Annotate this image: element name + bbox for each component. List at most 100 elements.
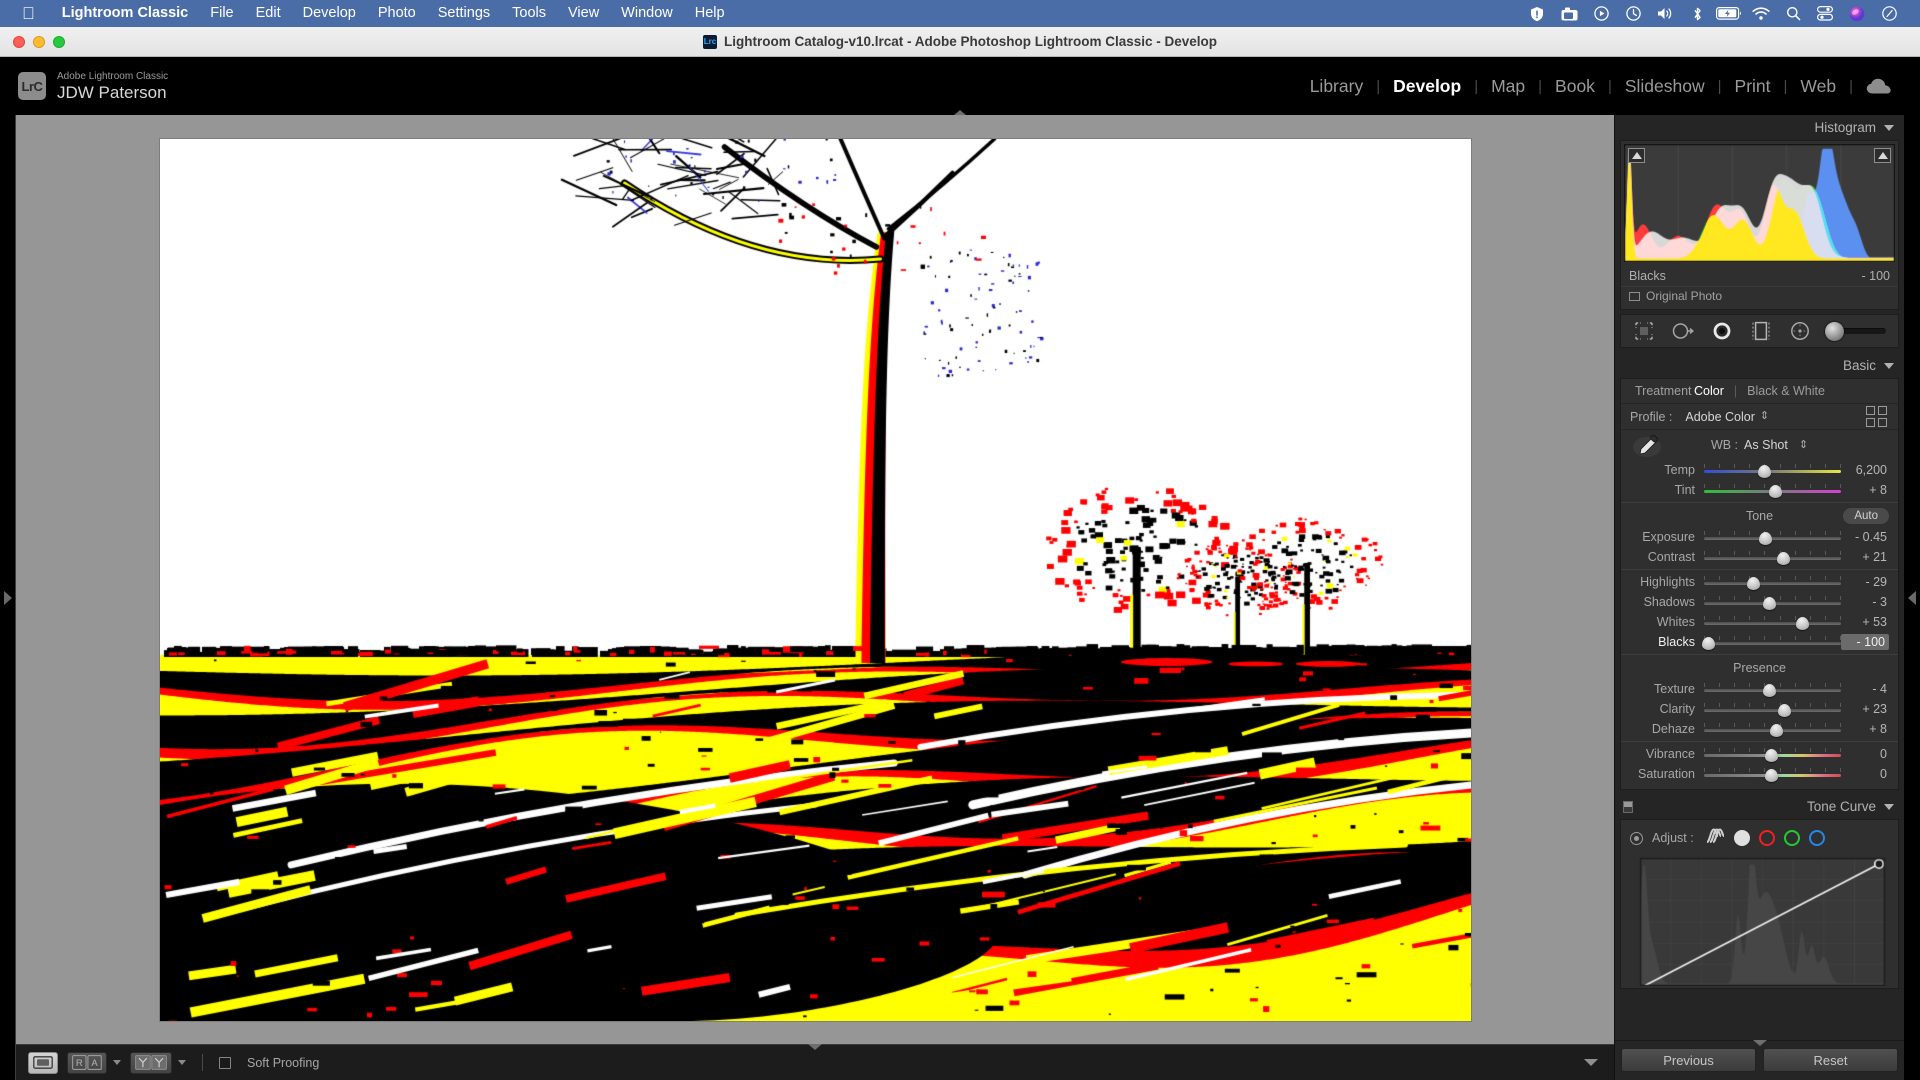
wifi-icon[interactable]: [1746, 0, 1776, 27]
screenshot-icon[interactable]: [1554, 0, 1584, 27]
highlight-clipping-toggle[interactable]: [1874, 148, 1891, 163]
crop-overlay-icon[interactable]: [1633, 320, 1655, 342]
slider-track-exposure[interactable]: [1704, 530, 1841, 545]
slider-row-highlights[interactable]: Highlights - 29: [1621, 572, 1898, 592]
slider-track-saturation[interactable]: [1704, 767, 1841, 782]
slider-handle-highlights[interactable]: [1746, 577, 1760, 590]
slider-handle-exposure[interactable]: [1759, 532, 1773, 545]
slider-handle-blacks[interactable]: [1701, 637, 1715, 650]
slider-value-dehaze[interactable]: + 8: [1841, 722, 1889, 736]
menu-tools[interactable]: Tools: [501, 0, 557, 27]
slider-value-clarity[interactable]: + 23: [1841, 702, 1889, 716]
slider-handle-vibrance[interactable]: [1764, 749, 1778, 762]
slider-handle-temp[interactable]: [1757, 465, 1771, 478]
slider-value-vibrance[interactable]: 0: [1841, 747, 1889, 761]
collapse-right-footer-nub[interactable]: [1752, 1040, 1767, 1046]
loupe-view-button[interactable]: [28, 1051, 58, 1074]
cloud-sync-icon[interactable]: [1853, 78, 1906, 95]
brush-slider-handle[interactable]: [1825, 322, 1844, 341]
slider-track-contrast[interactable]: [1704, 550, 1841, 565]
profile-updown-icon[interactable]: ⇕: [1760, 411, 1769, 422]
slider-handle-dehaze[interactable]: [1770, 724, 1784, 737]
slider-track-highlights[interactable]: [1704, 575, 1841, 590]
slider-handle-texture[interactable]: [1763, 684, 1777, 697]
module-book[interactable]: Book: [1542, 76, 1608, 97]
profile-browser-grid-icon[interactable]: [1866, 406, 1887, 427]
slider-handle-tint[interactable]: [1768, 485, 1782, 498]
compare-options-caret[interactable]: [178, 1060, 186, 1065]
slider-value-highlights[interactable]: - 29: [1841, 575, 1889, 589]
radial-filter-icon[interactable]: [1789, 320, 1811, 342]
right-panel-edge[interactable]: [1904, 115, 1920, 1080]
point-curve-white-icon[interactable]: [1733, 830, 1750, 846]
slider-value-whites[interactable]: + 53: [1841, 615, 1889, 629]
slider-track-clarity[interactable]: [1704, 702, 1841, 717]
slider-value-shadows[interactable]: - 3: [1841, 595, 1889, 609]
left-panel-collapsed[interactable]: [0, 115, 16, 1080]
module-map[interactable]: Map: [1478, 76, 1538, 97]
reset-button[interactable]: Reset: [1763, 1048, 1898, 1072]
compare-view-button[interactable]: [130, 1051, 172, 1074]
battery-charging-icon[interactable]: [1714, 0, 1744, 27]
treatment-bw-option[interactable]: Black & White: [1737, 384, 1835, 398]
spot-removal-icon[interactable]: [1672, 320, 1694, 342]
menu-help[interactable]: Help: [684, 0, 736, 27]
slider-row-saturation[interactable]: Saturation 0: [1621, 764, 1898, 784]
slider-row-contrast[interactable]: Contrast + 21: [1621, 547, 1898, 567]
module-library[interactable]: Library: [1297, 76, 1377, 97]
slider-value-saturation[interactable]: 0: [1841, 767, 1889, 781]
control-center-icon[interactable]: [1810, 0, 1840, 27]
chevron-down-icon[interactable]: [1884, 124, 1894, 131]
soft-proofing-checkbox[interactable]: [219, 1056, 231, 1069]
slider-track-shadows[interactable]: [1704, 595, 1841, 610]
bluetooth-icon[interactable]: [1682, 0, 1712, 27]
slider-row-texture[interactable]: Texture - 4: [1621, 679, 1898, 699]
auto-tone-button[interactable]: Auto: [1843, 508, 1889, 524]
original-photo-checkbox[interactable]: [1629, 291, 1640, 301]
time-machine-icon[interactable]: [1618, 0, 1648, 27]
wb-updown-icon[interactable]: ⇕: [1799, 439, 1808, 451]
slider-handle-saturation[interactable]: [1764, 769, 1778, 782]
menu-file[interactable]: File: [199, 0, 244, 27]
slider-handle-whites[interactable]: [1796, 617, 1810, 630]
volume-icon[interactable]: [1650, 0, 1680, 27]
expand-left-panel-arrow[interactable]: [4, 590, 12, 605]
previous-button[interactable]: Previous: [1621, 1048, 1756, 1072]
chevron-down-icon[interactable]: [1884, 803, 1894, 810]
green-channel-icon[interactable]: [1783, 830, 1800, 846]
photo-frame[interactable]: [159, 138, 1471, 1021]
search-icon[interactable]: [1778, 0, 1808, 27]
slider-row-blacks[interactable]: Blacks - 100: [1621, 632, 1898, 652]
basic-panel-header[interactable]: Basic: [1615, 353, 1904, 378]
module-develop[interactable]: Develop: [1380, 76, 1474, 97]
slider-track-whites[interactable]: [1704, 615, 1841, 630]
play-circle-icon[interactable]: [1586, 0, 1616, 27]
siri-icon[interactable]: [1842, 0, 1872, 27]
tone-curve-panel-header[interactable]: Tone Curve: [1615, 794, 1904, 819]
masking-icon[interactable]: [1750, 320, 1772, 342]
menu-settings[interactable]: Settings: [427, 0, 501, 27]
red-channel-icon[interactable]: [1758, 830, 1775, 846]
module-print[interactable]: Print: [1722, 76, 1784, 97]
before-after-view-button[interactable]: RA: [67, 1051, 107, 1074]
shield-icon[interactable]: [1522, 0, 1552, 27]
identity-plate[interactable]: LrC Adobe Lightroom Classic JDW Paterson: [18, 70, 168, 102]
slider-row-tint[interactable]: Tint + 8: [1621, 480, 1898, 500]
slider-track-blacks[interactable]: [1701, 635, 1841, 650]
slider-track-texture[interactable]: [1704, 682, 1841, 697]
image-stage[interactable]: [16, 115, 1614, 1044]
slider-track-dehaze[interactable]: [1704, 722, 1841, 737]
wb-value[interactable]: As Shot: [1744, 438, 1788, 452]
clock-icon[interactable]: [1874, 0, 1904, 27]
apple-logo-icon[interactable]: : [22, 5, 35, 22]
menu-app-name[interactable]: Lightroom Classic: [51, 0, 200, 27]
tone-curve-graph[interactable]: [1628, 856, 1891, 986]
toolbar-options-caret-icon[interactable]: [1584, 1059, 1598, 1066]
expand-right-panel-arrow[interactable]: [1908, 590, 1916, 605]
slider-handle-shadows[interactable]: [1763, 597, 1777, 610]
menu-window[interactable]: Window: [610, 0, 684, 27]
before-after-options-caret[interactable]: [113, 1060, 121, 1065]
targeted-adjustment-icon[interactable]: [1630, 831, 1643, 845]
slider-handle-contrast[interactable]: [1776, 552, 1790, 565]
histogram-graph[interactable]: [1624, 144, 1895, 262]
